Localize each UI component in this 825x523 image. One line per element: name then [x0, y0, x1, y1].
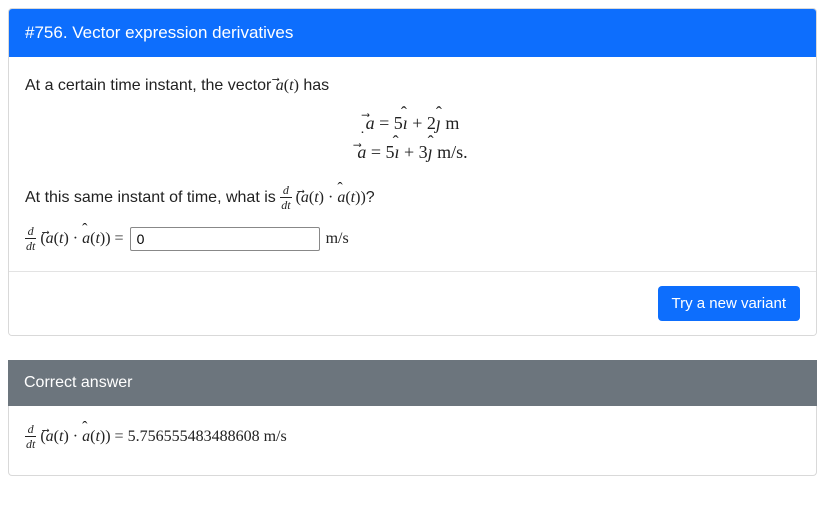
question-title: #756. Vector expression derivatives [9, 9, 816, 57]
question-footer: Try a new variant [9, 271, 816, 335]
try-new-variant-button[interactable]: Try a new variant [658, 286, 801, 321]
answer-row: ddt (a(t) · a(t)) = m/s [25, 226, 800, 253]
question-body: At a certain time instant, the vector a(… [9, 57, 816, 271]
answer-unit: m/s [326, 230, 349, 248]
question-suffix: ? [366, 189, 375, 206]
correct-answer-expression: ddt (a(t) · a(t)) = 5.756555483488608 m/… [25, 428, 287, 445]
correct-answer-unit: m/s [264, 428, 287, 445]
equation-block: a = 5ı + 2ȷ m a = 5ı + 3ȷ m/s. [25, 109, 800, 167]
correct-answer-body: ddt (a(t) · a(t)) = 5.756555483488608 m/… [8, 406, 817, 476]
answer-lhs: ddt (a(t) · a(t)) = [25, 226, 124, 253]
equation-a-dot: a = 5ı + 3ȷ m/s. [25, 138, 800, 167]
correct-answer-header: Correct answer [8, 360, 817, 406]
question-prefix: At this same instant of time, what is [25, 189, 280, 206]
intro-suffix: has [299, 77, 329, 94]
vector-a-symbol: a [276, 77, 284, 95]
answer-input[interactable] [130, 227, 320, 251]
equation-a: a = 5ı + 2ȷ m [25, 109, 800, 138]
intro-line: At a certain time instant, the vector a(… [25, 77, 800, 95]
derivative-expression: ddt (a(t) · a(t)) [280, 189, 366, 206]
question-card: #756. Vector expression derivatives At a… [8, 8, 817, 336]
intro-prefix: At a certain time instant, the vector [25, 77, 276, 94]
question-line: At this same instant of time, what is dd… [25, 185, 800, 212]
correct-answer-card: Correct answer ddt (a(t) · a(t)) = 5.756… [8, 360, 817, 476]
correct-answer-value: 5.756555483488608 [128, 428, 260, 445]
